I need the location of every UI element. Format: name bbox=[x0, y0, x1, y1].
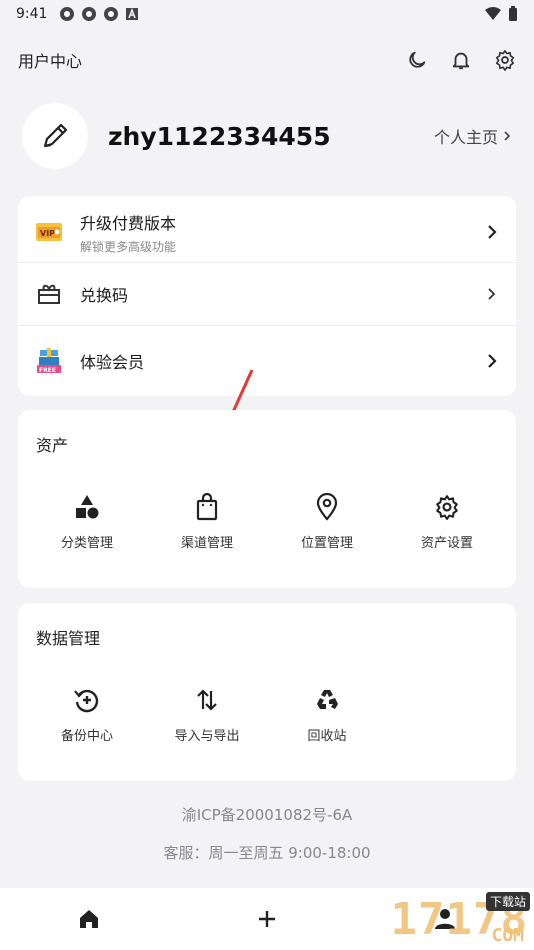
homepage-link[interactable]: 个人主页 bbox=[434, 124, 512, 148]
location-management-button[interactable]: 位置管理 bbox=[267, 492, 387, 551]
import-export-button[interactable]: 导入与导出 bbox=[147, 685, 267, 744]
home-icon bbox=[80, 910, 98, 928]
chevron-right-icon bbox=[488, 354, 497, 368]
bell-icon bbox=[452, 52, 470, 70]
svg-text:FREE: FREE bbox=[39, 367, 56, 374]
data-management-card: 数据管理 备份中心 导入与导出 回收站 bbox=[18, 603, 516, 781]
icp-license: 渝ICP备20001082号-6A bbox=[181, 806, 353, 824]
homepage-link-label: 个人主页 bbox=[433, 128, 498, 147]
location-pin-icon bbox=[316, 493, 338, 521]
channel-management-label: 渠道管理 bbox=[180, 536, 233, 551]
shapes-icon bbox=[76, 495, 99, 519]
data-management-section-title: 数据管理 bbox=[36, 629, 101, 648]
recycle-bin-button[interactable]: 回收站 bbox=[267, 685, 387, 744]
avatar[interactable] bbox=[22, 103, 88, 169]
edit-pen-icon bbox=[43, 123, 68, 148]
a-badge-icon bbox=[126, 8, 139, 20]
status-time: 9:41 bbox=[16, 6, 48, 22]
page-title: 用户中心 bbox=[18, 52, 83, 71]
chevron-right-icon bbox=[504, 131, 511, 141]
nav-add-button[interactable] bbox=[254, 906, 280, 932]
vip-ticket-icon: VIP bbox=[36, 223, 62, 241]
assets-card: 资产 分类管理 渠道管理 位置管理 资产设置 bbox=[18, 410, 516, 588]
watermark-logo: 17178 下载站 COM bbox=[312, 888, 534, 950]
notifications-button[interactable] bbox=[450, 49, 472, 71]
top-bar: 用户中心 bbox=[0, 40, 534, 80]
status-bar: 9:41 bbox=[0, 0, 534, 28]
plus-icon bbox=[259, 911, 275, 927]
gift-box-icon bbox=[38, 284, 60, 304]
username: zhy1122334455 bbox=[108, 121, 331, 151]
chevron-right-icon bbox=[488, 288, 496, 300]
service-hours: 客服：周一至周五 9:00-18:00 bbox=[163, 844, 371, 862]
upgrade-sublabel: 解锁更多高级功能 bbox=[80, 239, 177, 254]
app-notification-icon bbox=[82, 7, 97, 21]
membership-menu-card: VIP 升级付费版本 解锁更多高级功能 兑换码 FREE 体验会员 bbox=[18, 196, 516, 396]
battery-icon bbox=[509, 6, 517, 21]
svg-text:VIP: VIP bbox=[40, 229, 55, 238]
category-management-button[interactable]: 分类管理 bbox=[27, 492, 147, 551]
wifi-icon bbox=[485, 7, 501, 20]
location-management-label: 位置管理 bbox=[300, 536, 353, 551]
app-notification-icon bbox=[104, 7, 119, 21]
channel-management-button[interactable]: 渠道管理 bbox=[147, 492, 267, 551]
redeem-code-row[interactable]: 兑换码 bbox=[18, 263, 516, 325]
recycle-icon bbox=[317, 690, 338, 709]
watermark-domain: COM bbox=[491, 925, 524, 946]
free-gift-icon: FREE bbox=[37, 348, 61, 374]
category-management-label: 分类管理 bbox=[60, 536, 113, 551]
settings-button[interactable] bbox=[494, 49, 516, 71]
asset-settings-label: 资产设置 bbox=[420, 536, 473, 551]
backup-center-button[interactable]: 备份中心 bbox=[27, 685, 147, 744]
asset-settings-button[interactable]: 资产设置 bbox=[387, 492, 507, 551]
import-export-label: 导入与导出 bbox=[174, 729, 240, 744]
chevron-right-icon bbox=[488, 225, 497, 239]
trial-membership-label: 体验会员 bbox=[80, 353, 145, 372]
backup-icon bbox=[74, 689, 99, 713]
redeem-code-label: 兑换码 bbox=[80, 286, 129, 305]
gear-icon bbox=[495, 50, 515, 71]
nav-home-button[interactable] bbox=[76, 906, 102, 932]
upgrade-paid-version-row[interactable]: VIP 升级付费版本 解锁更多高级功能 bbox=[18, 204, 516, 260]
moon-icon bbox=[409, 51, 426, 68]
assets-section-title: 资产 bbox=[36, 436, 69, 455]
upgrade-label: 升级付费版本 bbox=[80, 213, 177, 233]
app-notification-icon bbox=[60, 7, 75, 21]
import-export-icon bbox=[197, 689, 217, 711]
watermark-badge: 下载站 bbox=[485, 892, 530, 911]
gear-icon bbox=[436, 495, 458, 520]
backup-center-label: 备份中心 bbox=[60, 729, 113, 744]
profile-header: zhy1122334455 个人主页 bbox=[22, 102, 512, 170]
dark-mode-button[interactable] bbox=[406, 49, 428, 71]
recycle-bin-label: 回收站 bbox=[307, 729, 347, 744]
trial-membership-row[interactable]: FREE 体验会员 bbox=[18, 326, 516, 396]
shopping-bag-icon bbox=[196, 493, 218, 521]
